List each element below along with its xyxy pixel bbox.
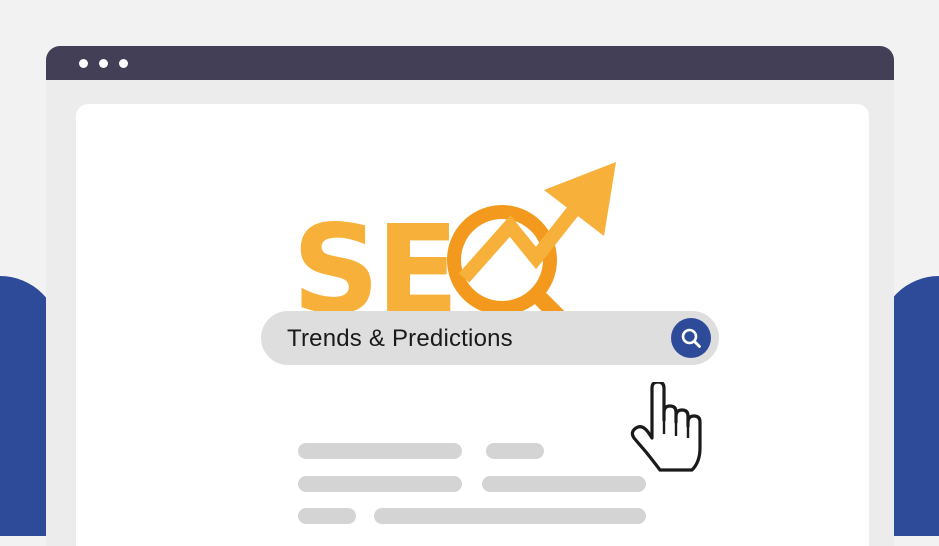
window-dot-icon: [119, 59, 128, 68]
placeholder-line: [486, 443, 544, 459]
browser-titlebar: [46, 46, 894, 80]
search-input[interactable]: Trends & Predictions: [287, 325, 513, 353]
placeholder-line: [298, 443, 462, 459]
search-icon: [681, 328, 701, 348]
page-content: SE Trends & Predictions: [76, 104, 869, 546]
search-button[interactable]: [671, 318, 711, 358]
placeholder-line: [298, 476, 462, 492]
placeholder-line: [374, 508, 646, 524]
hand-pointer-icon: [630, 382, 702, 472]
window-dot-icon: [79, 59, 88, 68]
placeholder-line: [298, 508, 356, 524]
browser-window: SE Trends & Predictions: [46, 46, 894, 546]
search-bar[interactable]: Trends & Predictions: [261, 311, 719, 365]
window-dot-icon: [99, 59, 108, 68]
placeholder-line: [482, 476, 646, 492]
